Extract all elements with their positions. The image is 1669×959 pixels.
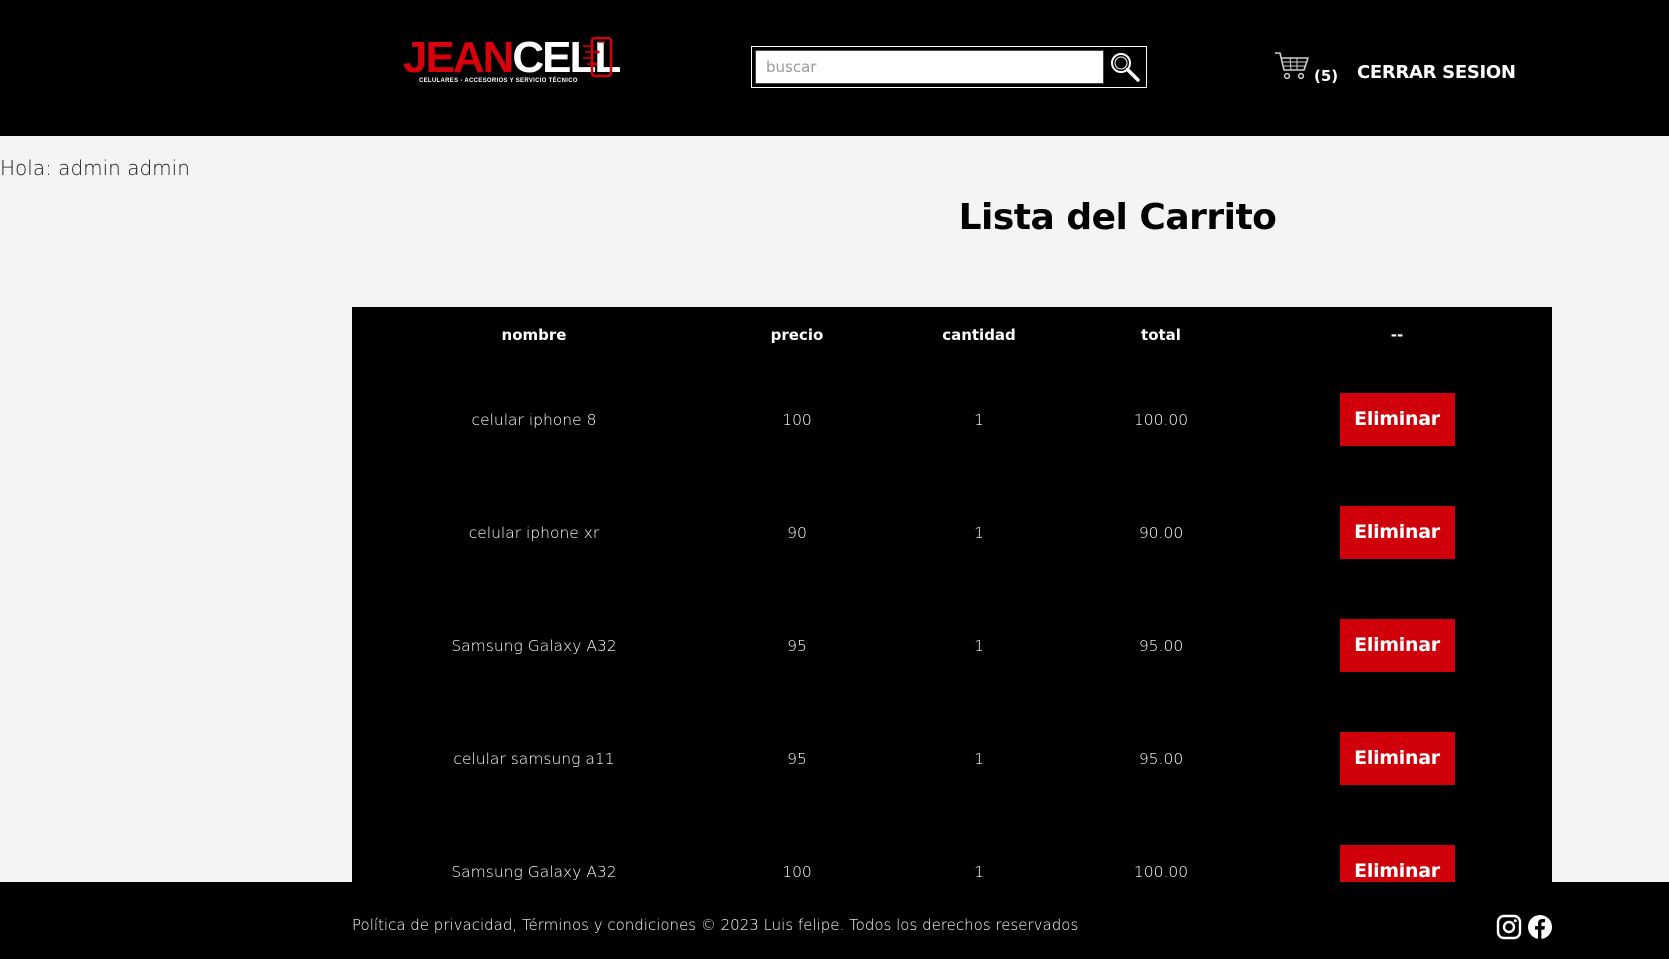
column-header-total: total	[1141, 326, 1181, 344]
column-header-nombre: nombre	[501, 326, 567, 344]
cart-count-badge: (5)	[1314, 67, 1339, 85]
cart-button[interactable]: (5)	[1274, 51, 1344, 87]
cell-action: Eliminar	[1242, 476, 1552, 589]
table-row: Samsung Galaxy A32 95 1 95.00 Eliminar	[352, 589, 1552, 702]
table-row: celular iphone xr 90 1 90.00 Eliminar	[352, 476, 1552, 589]
site-header: JEANCELL CELULARES - ACCESORIOS Y SERVIC…	[0, 0, 1669, 136]
site-footer: Política de privacidad, Términos y condi…	[0, 882, 1669, 959]
cell-nombre: celular iphone xr	[468, 523, 600, 542]
cell-nombre: celular iphone 8	[471, 410, 597, 429]
phone-icon	[583, 37, 613, 78]
footer-copyright: Política de privacidad, Términos y condi…	[352, 916, 1079, 934]
instagram-icon[interactable]	[1496, 914, 1522, 940]
page-title-text: Lista del Carrito	[958, 197, 1277, 238]
cell-nombre: celular samsung a11	[453, 749, 615, 768]
search-icon	[1111, 53, 1140, 82]
cell-precio: 95	[787, 636, 807, 655]
cell-total: 95.00	[1138, 749, 1184, 768]
table-header-row: nombre precio cantidad total --	[352, 307, 1552, 363]
cart-icon	[1275, 52, 1309, 80]
column-header-actions: --	[1390, 326, 1404, 344]
cell-total: 95.00	[1138, 636, 1184, 655]
cell-precio: 100	[782, 410, 812, 429]
cell-nombre: Samsung Galaxy A32	[451, 636, 617, 655]
cell-cantidad: 1	[974, 749, 984, 768]
cell-action: Eliminar	[1242, 702, 1552, 815]
cell-total: 100.00	[1133, 862, 1189, 881]
cell-total: 90.00	[1138, 523, 1184, 542]
brand-logo[interactable]: JEANCELL CELULARES - ACCESORIOS Y SERVIC…	[403, 36, 621, 88]
brand-tagline: CELULARES - ACCESORIOS Y SERVICIO TÉCNIC…	[419, 78, 578, 84]
cell-action: Eliminar	[1242, 815, 1552, 882]
table-row: celular iphone 8 100 1 100.00 Eliminar	[352, 363, 1552, 476]
cell-cantidad: 1	[974, 523, 984, 542]
cell-cantidad: 1	[974, 636, 984, 655]
user-greeting: Hola: admin admin	[0, 156, 190, 180]
cell-precio: 90	[787, 523, 807, 542]
cell-precio: 95	[787, 749, 807, 768]
cart-table: nombre precio cantidad total -- celular …	[352, 307, 1552, 882]
cell-cantidad: 1	[974, 862, 984, 881]
logout-link[interactable]: CERRAR SESION	[1357, 62, 1516, 83]
delete-button[interactable]: Eliminar	[1339, 732, 1455, 785]
delete-button[interactable]: Eliminar	[1339, 619, 1455, 672]
delete-button[interactable]: Eliminar	[1339, 506, 1455, 559]
table-row: Samsung Galaxy A32 100 1 100.00 Eliminar	[352, 815, 1552, 882]
delete-button[interactable]: Eliminar	[1339, 393, 1455, 446]
cell-action: Eliminar	[1242, 363, 1552, 476]
page-title: Lista del Carrito	[0, 197, 1669, 238]
column-header-cantidad: cantidad	[942, 326, 1016, 344]
column-header-precio: precio	[770, 326, 824, 344]
cell-cantidad: 1	[974, 410, 984, 429]
search-bar	[751, 46, 1147, 88]
cell-action: Eliminar	[1242, 589, 1552, 702]
cell-nombre: Samsung Galaxy A32	[451, 862, 617, 881]
cell-total: 100.00	[1133, 410, 1189, 429]
cell-precio: 100	[782, 862, 812, 881]
search-input[interactable]	[755, 50, 1104, 84]
search-button[interactable]	[1106, 49, 1144, 85]
table-row: celular samsung a11 95 1 95.00 Eliminar	[352, 702, 1552, 815]
delete-button[interactable]: Eliminar	[1339, 845, 1455, 882]
facebook-icon[interactable]	[1527, 914, 1553, 940]
